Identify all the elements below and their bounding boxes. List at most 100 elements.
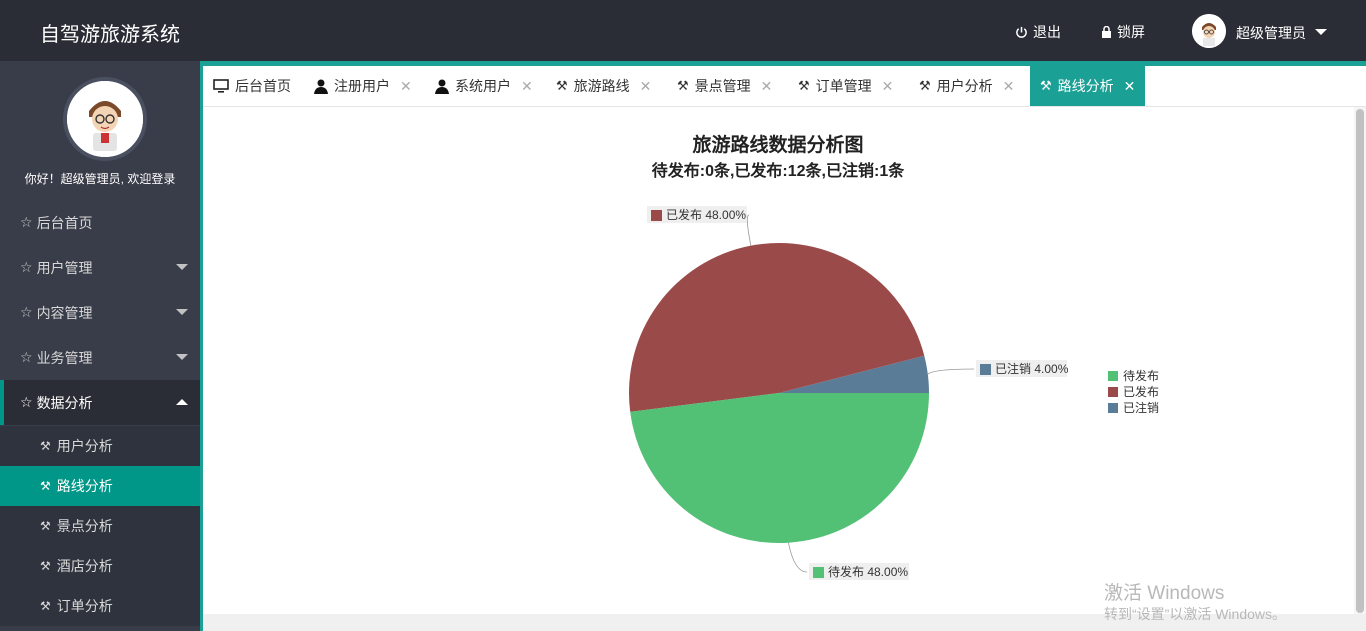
slice-label: 已注销 4.00% bbox=[976, 360, 1069, 377]
sidebar-avatar bbox=[63, 77, 147, 161]
leader-line bbox=[927, 368, 975, 375]
svg-text:已发布: 已发布 bbox=[1123, 384, 1159, 399]
logout-button[interactable]: 退出 bbox=[1015, 22, 1061, 42]
sidebar-subitem-order-analysis[interactable]: ⚒ 订单分析 bbox=[0, 586, 200, 626]
svg-text:已注销 4.00%: 已注销 4.00% bbox=[995, 361, 1069, 376]
sidebar-item-label: 内容管理 bbox=[36, 304, 93, 321]
lock-icon bbox=[1102, 26, 1111, 38]
power-icon bbox=[1016, 26, 1027, 38]
tab-route-analysis[interactable]: ⚒ 路线分析 ✕ bbox=[1030, 66, 1146, 106]
tab-order-management[interactable]: ⚒ 订单管理 ✕ bbox=[798, 66, 893, 106]
close-icon[interactable]: ✕ bbox=[640, 78, 652, 95]
tab-bar: 后台首页 注册用户 ✕ 系统用户 ✕ ⚒ 旅游路线 ✕ ⚒ 景点管理 ✕ ⚒ 订… bbox=[203, 66, 1366, 107]
tab-scenic-management[interactable]: ⚒ 景点管理 ✕ bbox=[677, 66, 772, 106]
legend-item[interactable]: 已注销 bbox=[1108, 400, 1159, 415]
tab-user-analysis[interactable]: ⚒ 用户分析 ✕ bbox=[919, 66, 1014, 106]
pie-slice[interactable] bbox=[630, 393, 929, 544]
close-icon[interactable]: ✕ bbox=[1003, 78, 1015, 95]
svg-text:已发布 48.00%: 已发布 48.00% bbox=[666, 207, 746, 222]
lock-label: 锁屏 bbox=[1117, 24, 1145, 40]
sidebar-item-business-management[interactable]: ☆ 业务管理 bbox=[0, 335, 200, 380]
logout-label: 退出 bbox=[1033, 24, 1061, 40]
user-icon bbox=[314, 79, 328, 94]
top-bar: 自驾游旅游系统 退出 锁屏 超级管理员 bbox=[0, 0, 1366, 61]
legend-item[interactable]: 已发布 bbox=[1108, 384, 1159, 399]
scrollbar[interactable] bbox=[1354, 107, 1366, 615]
avatar-icon bbox=[1192, 14, 1226, 48]
close-icon[interactable]: ✕ bbox=[1124, 78, 1136, 95]
sidebar-subitem-route-analysis[interactable]: ⚒ 路线分析 bbox=[0, 466, 200, 506]
tools-icon: ⚒ bbox=[40, 599, 51, 613]
tools-icon: ⚒ bbox=[40, 479, 51, 493]
tab-label: 订单管理 bbox=[815, 78, 872, 94]
lock-button[interactable]: 锁屏 bbox=[1101, 22, 1145, 42]
tab-label: 用户分析 bbox=[936, 78, 993, 94]
star-icon: ☆ bbox=[20, 394, 33, 410]
tools-icon: ⚒ bbox=[40, 519, 51, 533]
tab-travel-routes[interactable]: ⚒ 旅游路线 ✕ bbox=[556, 66, 651, 106]
tab-home[interactable]: 后台首页 bbox=[213, 66, 291, 106]
close-icon[interactable]: ✕ bbox=[761, 78, 773, 95]
close-icon[interactable]: ✕ bbox=[521, 78, 533, 95]
slice-label: 待发布 48.00% bbox=[809, 563, 909, 580]
svg-text:待发布: 待发布 bbox=[1123, 368, 1159, 383]
tab-label: 系统用户 bbox=[455, 78, 511, 94]
sidebar-item-content-management[interactable]: ☆ 内容管理 bbox=[0, 290, 200, 335]
star-icon: ☆ bbox=[20, 304, 33, 320]
leader-line bbox=[788, 542, 808, 573]
tab-registered-users[interactable]: 注册用户 ✕ bbox=[314, 66, 412, 106]
sidebar-item-user-management[interactable]: ☆ 用户管理 bbox=[0, 245, 200, 290]
sidebar-item-home[interactable]: ☆ 后台首页 bbox=[0, 200, 200, 245]
sidebar-subitem-label: 酒店分析 bbox=[56, 558, 113, 574]
sidebar-item-data-analysis[interactable]: ☆ 数据分析 bbox=[0, 380, 200, 425]
sidebar-item-label: 后台首页 bbox=[36, 214, 93, 231]
sidebar-subitem-label: 路线分析 bbox=[56, 478, 113, 494]
star-icon: ☆ bbox=[20, 349, 33, 365]
sidebar: 你好！超级管理员, 欢迎登录 ☆ 后台首页 ☆ 用户管理 ☆ 内容管理 ☆ 业务… bbox=[0, 61, 200, 631]
scrollbar-thumb[interactable] bbox=[1356, 109, 1364, 613]
sidebar-item-label: 业务管理 bbox=[36, 349, 93, 366]
tools-icon: ⚒ bbox=[919, 78, 931, 93]
legend-item[interactable]: 待发布 bbox=[1108, 368, 1159, 383]
chevron-up-icon bbox=[176, 399, 188, 405]
app-title: 自驾游旅游系统 bbox=[40, 24, 180, 46]
svg-text:已注销: 已注销 bbox=[1123, 400, 1159, 415]
avatar-icon bbox=[67, 81, 143, 157]
tools-icon: ⚒ bbox=[798, 78, 810, 93]
activation-watermark-text: 转到“设置”以激活 Windows。 bbox=[1104, 606, 1287, 622]
sidebar-subitem-scenic-analysis[interactable]: ⚒ 景点分析 bbox=[0, 506, 200, 546]
tab-label: 注册用户 bbox=[334, 78, 390, 94]
activation-watermark-title: 激活 Windows bbox=[1104, 583, 1225, 604]
tab-label: 景点管理 bbox=[694, 78, 751, 94]
star-icon: ☆ bbox=[20, 259, 33, 275]
sidebar-subitem-hotel-analysis[interactable]: ⚒ 酒店分析 bbox=[0, 546, 200, 586]
chevron-down-icon bbox=[176, 264, 188, 270]
sidebar-item-label: 用户管理 bbox=[36, 259, 93, 276]
user-icon bbox=[435, 79, 449, 94]
leader-line bbox=[746, 214, 752, 246]
sidebar-subitem-label: 景点分析 bbox=[56, 518, 113, 534]
tab-label: 后台首页 bbox=[235, 78, 291, 94]
sidebar-subitem-label: 订单分析 bbox=[56, 598, 113, 614]
tools-icon: ⚒ bbox=[677, 78, 689, 93]
close-icon[interactable]: ✕ bbox=[882, 78, 894, 95]
welcome-text: 你好！超级管理员, 欢迎登录 bbox=[24, 172, 176, 186]
monitor-icon bbox=[213, 79, 229, 93]
sidebar-item-label: 数据分析 bbox=[36, 394, 93, 411]
tools-icon: ⚒ bbox=[556, 78, 568, 93]
tab-label: 旅游路线 bbox=[573, 78, 630, 94]
tab-label: 路线分析 bbox=[1057, 78, 1114, 94]
close-icon[interactable]: ✕ bbox=[400, 78, 412, 95]
chevron-down-icon[interactable] bbox=[1315, 29, 1327, 35]
tools-icon: ⚒ bbox=[1040, 78, 1052, 93]
sidebar-subitem-user-analysis[interactable]: ⚒ 用户分析 bbox=[0, 426, 200, 466]
pie-chart: 已注销 4.00% 已发布 48.00% 待发布 48.00% 待发布已发布已注销 bbox=[629, 206, 1159, 580]
tools-icon: ⚒ bbox=[40, 559, 51, 573]
svg-text:待发布 48.00%: 待发布 48.00% bbox=[828, 564, 908, 579]
slice-label: 已发布 48.00% bbox=[647, 206, 747, 223]
chevron-down-icon bbox=[176, 309, 188, 315]
user-name[interactable]: 超级管理员 bbox=[1236, 23, 1306, 43]
avatar[interactable] bbox=[1192, 14, 1226, 48]
tools-icon: ⚒ bbox=[40, 439, 51, 453]
tab-system-users[interactable]: 系统用户 ✕ bbox=[435, 66, 533, 106]
